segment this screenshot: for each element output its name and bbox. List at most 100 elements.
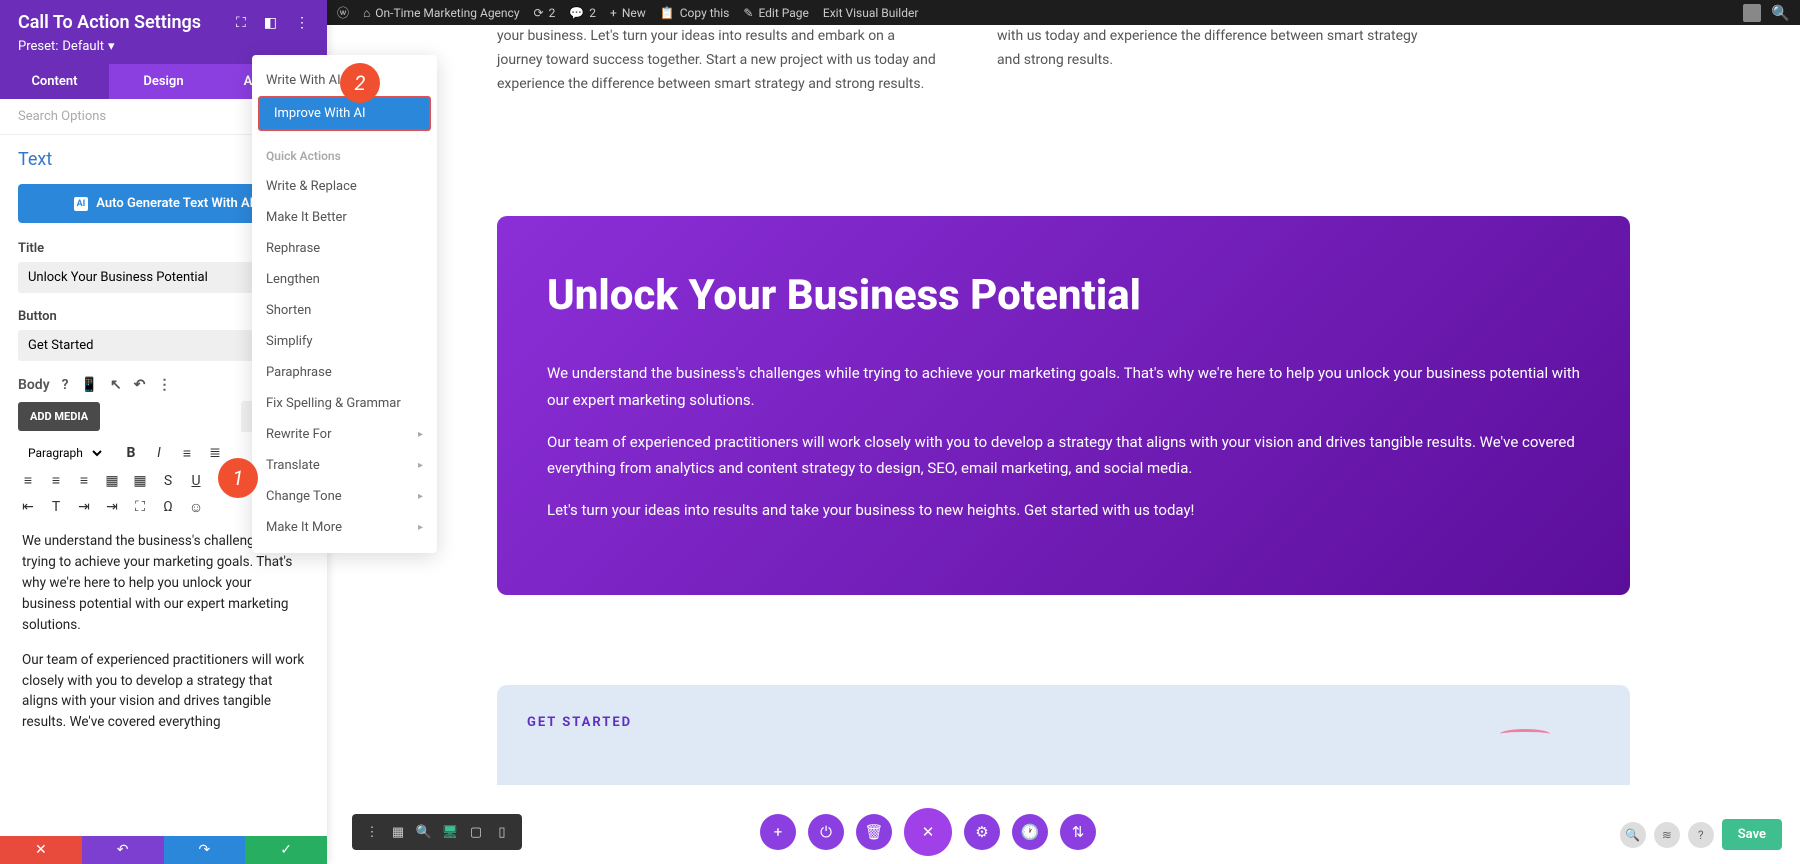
indent-icon[interactable]: ⇥ (74, 499, 94, 515)
exit-visual-builder[interactable]: Exit Visual Builder (823, 6, 919, 20)
align-right-icon[interactable]: ≡ (74, 472, 94, 489)
align-left-icon[interactable]: ≡ (18, 472, 38, 489)
search-icon[interactable]: 🔍 (1771, 4, 1790, 22)
vc-tablet-icon[interactable]: ▢ (464, 820, 488, 844)
change-tone[interactable]: Change Tone▸ (252, 481, 437, 512)
undo-button[interactable]: ↶ (82, 836, 164, 864)
trash-icon[interactable]: 🗑 (856, 814, 892, 850)
text-icon[interactable]: T (46, 499, 66, 515)
chevron-down-icon: ▾ (108, 39, 115, 54)
edit-page[interactable]: ✎Edit Page (743, 6, 809, 20)
redo-button[interactable]: ↷ (164, 836, 246, 864)
wp-admin-bar: ⓦ ⌂On-Time Marketing Agency ⟳2 💬2 +New 📋… (327, 0, 1800, 25)
indent2-icon[interactable]: ⇥ (102, 499, 122, 515)
expand-icon[interactable]: ⛶ (236, 15, 246, 31)
undo-icon[interactable]: ↶ (134, 377, 146, 393)
dock-icon[interactable]: ◧ (264, 15, 277, 31)
device-icon[interactable]: 📱 (81, 377, 98, 393)
wp-logo-icon[interactable]: ⓦ (337, 4, 349, 21)
fix-spelling[interactable]: Fix Spelling & Grammar (252, 388, 437, 419)
body-label: Body (18, 377, 50, 393)
user-avatar[interactable] (1743, 4, 1761, 22)
cta-card[interactable]: Unlock Your Business Potential We unders… (497, 216, 1630, 594)
panel-bottom-actions: ✕ ↶ ↷ ✓ (0, 836, 327, 864)
gear-icon[interactable]: ⚙ (964, 814, 1000, 850)
add-icon[interactable]: + (760, 814, 796, 850)
cancel-button[interactable]: ✕ (0, 836, 82, 864)
paraphrase[interactable]: Paraphrase (252, 357, 437, 388)
shorten[interactable]: Shorten (252, 295, 437, 326)
get-started-section[interactable]: GET STARTED (497, 685, 1630, 785)
improve-with-ai[interactable]: Improve With AI (258, 96, 431, 131)
close-icon[interactable]: ✕ (904, 808, 952, 856)
italic-icon[interactable]: I (149, 445, 169, 461)
more-vert-icon[interactable]: ⋮ (157, 377, 171, 393)
emoji-icon[interactable]: ☺ (186, 499, 206, 516)
omega-icon[interactable]: Ω (158, 499, 178, 515)
updates-count[interactable]: ⟳2 (534, 6, 556, 20)
power-icon[interactable]: ⏻ (808, 814, 844, 850)
builder-circle-controls: + ⏻ 🗑 ✕ ⚙ 🕐 ⇅ (760, 808, 1096, 856)
more-icon[interactable]: ⋮ (295, 15, 309, 31)
paragraph-select[interactable]: Paragraph (18, 442, 105, 464)
help-small-icon[interactable]: ? (1688, 822, 1714, 848)
make-it-more[interactable]: Make It More▸ (252, 512, 437, 543)
page-canvas: your business. Let's turn your ideas int… (327, 25, 1800, 864)
tab-content[interactable]: Content (0, 64, 109, 99)
vc-more-icon[interactable]: ⋮ (360, 820, 384, 844)
chevron-right-icon: ▸ (418, 429, 423, 440)
sort-icon[interactable]: ⇅ (1060, 814, 1096, 850)
make-it-better[interactable]: Make It Better (252, 202, 437, 233)
translate[interactable]: Translate▸ (252, 450, 437, 481)
ul-icon[interactable]: ≡ (177, 445, 197, 462)
cta-heading: Unlock Your Business Potential (547, 271, 1580, 320)
help-icon[interactable]: ? (62, 377, 69, 393)
outdent-icon[interactable]: ⇤ (18, 499, 38, 515)
search-small-icon[interactable]: 🔍 (1620, 822, 1646, 848)
ai-dropdown-menu: Write With AI Improve With AI Quick Acti… (252, 55, 437, 553)
callout-1: 1 (218, 458, 258, 498)
copy-this[interactable]: 📋Copy this (660, 6, 730, 20)
cursor-icon[interactable]: ↖ (110, 377, 122, 393)
vc-wireframe-icon[interactable]: ▦ (386, 820, 410, 844)
view-controls: ⋮ ▦ 🔍 🖥 ▢ ▯ (352, 814, 522, 850)
ol-icon[interactable]: ≣ (205, 445, 225, 461)
vc-phone-icon[interactable]: ▯ (490, 820, 514, 844)
rewrite-for[interactable]: Rewrite For▸ (252, 419, 437, 450)
new-content[interactable]: +New (610, 6, 646, 20)
bold-icon[interactable]: B (121, 445, 141, 461)
cta-p1: We understand the business's challenges … (547, 360, 1580, 413)
vc-zoom-icon[interactable]: 🔍 (412, 820, 436, 844)
lengthen[interactable]: Lengthen (252, 264, 437, 295)
underline-icon[interactable]: U (186, 473, 206, 489)
text-col-2: with us today and experience the differe… (997, 25, 1437, 96)
site-name[interactable]: ⌂On-Time Marketing Agency (363, 6, 520, 20)
add-media-button[interactable]: ADD MEDIA (18, 402, 100, 431)
tab-design[interactable]: Design (109, 64, 218, 99)
clock-icon[interactable]: 🕐 (1012, 814, 1048, 850)
save-button[interactable]: Save (1722, 819, 1782, 850)
callout-2: 2 (340, 63, 380, 103)
ai-badge-icon: AI (74, 197, 89, 211)
strike-icon[interactable]: S (158, 473, 178, 489)
body-editor[interactable]: We understand the business's challenges … (18, 521, 309, 757)
write-replace[interactable]: Write & Replace (252, 171, 437, 202)
cta-p3: Let's turn your ideas into results and t… (547, 497, 1580, 523)
chevron-right-icon: ▸ (418, 491, 423, 502)
get-started-title: GET STARTED (497, 715, 1630, 730)
confirm-button[interactable]: ✓ (245, 836, 327, 864)
right-controls: 🔍 ≋ ? Save (1620, 819, 1782, 850)
preset-selector[interactable]: Preset: Default ▾ (18, 39, 309, 54)
table-icon[interactable]: ▦ (102, 473, 122, 489)
rephrase[interactable]: Rephrase (252, 233, 437, 264)
layers-icon[interactable]: ≋ (1654, 822, 1680, 848)
text-col-1: your business. Let's turn your ideas int… (497, 25, 937, 96)
comments-count[interactable]: 💬2 (569, 6, 596, 20)
chevron-right-icon: ▸ (418, 460, 423, 471)
cell-icon[interactable]: ▦ (130, 473, 150, 489)
simplify[interactable]: Simplify (252, 326, 437, 357)
vc-desktop-icon[interactable]: 🖥 (438, 820, 462, 844)
align-center-icon[interactable]: ≡ (46, 472, 66, 489)
decoration-swoosh (1500, 729, 1550, 739)
fullscreen-icon[interactable]: ⛶ (130, 499, 150, 515)
